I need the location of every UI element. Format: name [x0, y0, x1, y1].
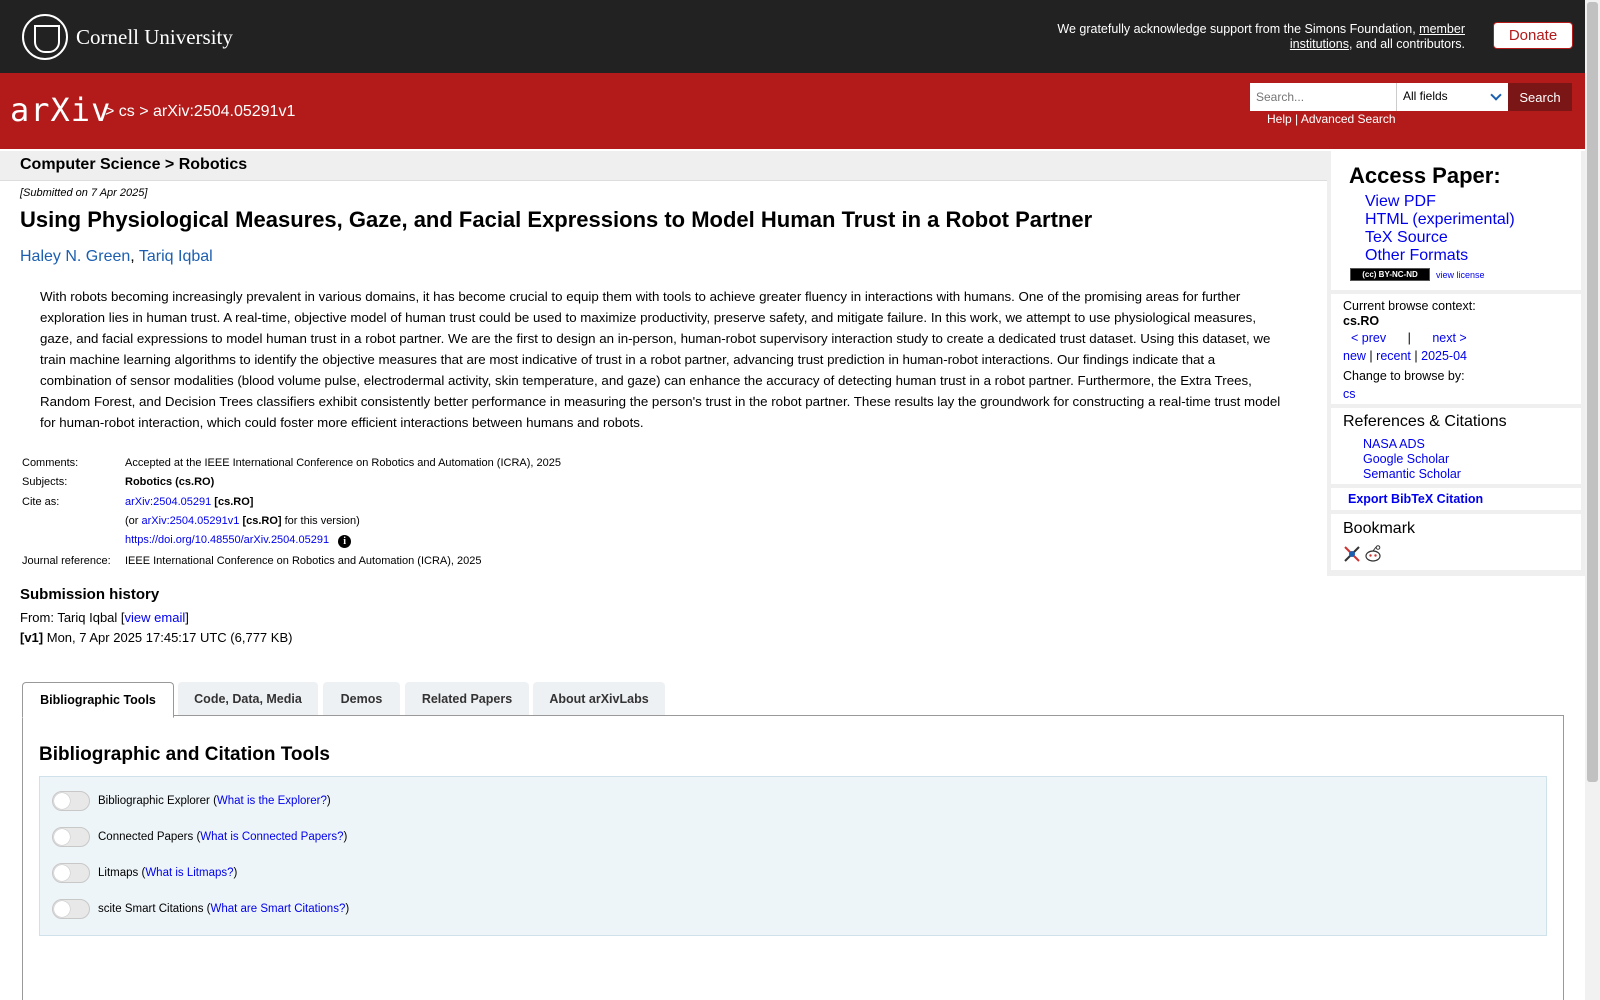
recent-link[interactable]: recent	[1376, 349, 1411, 363]
view-license-link[interactable]: view license	[1436, 270, 1485, 280]
tool-info-link[interactable]: What is Connected Papers?	[200, 831, 343, 843]
new-link[interactable]: new	[1343, 349, 1366, 363]
cite-link[interactable]: arXiv:2504.05291	[125, 496, 211, 508]
tool-litmaps: Litmaps (What is Litmaps?)	[52, 863, 237, 883]
next-link[interactable]: next >	[1432, 331, 1466, 345]
browse-cs-link[interactable]: cs	[1343, 387, 1356, 401]
bookmark-box: Bookmark	[1331, 514, 1581, 570]
category-bar: Computer Science > Robotics	[0, 151, 1328, 181]
info-icon[interactable]: i	[338, 535, 352, 548]
submission-history-title: Submission history	[20, 586, 160, 603]
tab-bibliographic-tools[interactable]: Bibliographic Tools	[22, 682, 174, 718]
search-input[interactable]	[1250, 83, 1396, 111]
scrollbar-thumb[interactable]	[1587, 2, 1598, 782]
help-link[interactable]: Help	[1267, 112, 1292, 126]
references-box: References & Citations NASA ADS Google S…	[1331, 408, 1581, 484]
author-link[interactable]: Haley N. Green	[20, 248, 130, 265]
tab-related-papers[interactable]: Related Papers	[405, 682, 529, 716]
month-link[interactable]: 2025-04	[1421, 349, 1467, 363]
arxiv-header: arXiv > cs > arXiv:2504.05291v1 All fiel…	[0, 73, 1585, 149]
author-link[interactable]: Tariq Iqbal	[139, 248, 213, 265]
search-field-select[interactable]: All fields	[1396, 83, 1508, 111]
references-title: References & Citations	[1343, 413, 1507, 430]
tab-demos[interactable]: Demos	[323, 682, 400, 716]
tab-panel: Bibliographic and Citation Tools Bibliog…	[22, 715, 1564, 1000]
export-bibtex-link[interactable]: Export BibTeX Citation	[1348, 492, 1483, 506]
browse-context-value: cs.RO	[1343, 314, 1380, 328]
support-text: We gratefully acknowledge support from t…	[1057, 22, 1465, 51]
tab-code-data-media[interactable]: Code, Data, Media	[178, 682, 318, 716]
version-link[interactable]: arXiv:2504.05291v1	[142, 515, 240, 527]
help-links: Help | Advanced Search	[1267, 112, 1396, 126]
license: (cc) BY-NC-ND view license	[1350, 268, 1485, 281]
chevron-down-icon	[1490, 89, 1502, 101]
institution-name: Cornell University	[76, 24, 233, 49]
bibsonomy-icon[interactable]	[1343, 545, 1361, 563]
top-bar: Cornell University We gratefully acknowl…	[0, 0, 1585, 73]
version-history: [v1] Mon, 7 Apr 2025 17:45:17 UTC (6,777…	[20, 630, 293, 645]
semantic-scholar-link[interactable]: Semantic Scholar	[1363, 467, 1461, 482]
export-box: Export BibTeX Citation	[1331, 488, 1581, 510]
tool-info-link[interactable]: What is the Explorer?	[217, 795, 327, 807]
reddit-icon[interactable]	[1363, 544, 1383, 564]
advanced-search-link[interactable]: Advanced Search	[1301, 112, 1396, 126]
other-formats-link[interactable]: Other Formats	[1365, 247, 1515, 265]
arxiv-logo[interactable]: arXiv	[10, 91, 111, 129]
donate-button[interactable]: Donate	[1493, 22, 1573, 49]
html-link[interactable]: HTML (experimental)	[1365, 211, 1515, 229]
toggle-switch[interactable]	[52, 827, 90, 847]
breadcrumb[interactable]: > cs > arXiv:2504.05291v1	[105, 103, 295, 121]
category-heading: Computer Science > Robotics	[20, 156, 248, 173]
tool-info-link[interactable]: What are Smart Citations?	[210, 903, 345, 915]
view-pdf-link[interactable]: View PDF	[1365, 193, 1515, 211]
doi-link[interactable]: https://doi.org/10.48550/arXiv.2504.0529…	[125, 534, 329, 546]
cornell-logo[interactable]: Cornell University	[22, 14, 233, 60]
nasa-ads-link[interactable]: NASA ADS	[1363, 437, 1461, 452]
toggle-switch[interactable]	[52, 791, 90, 811]
tex-source-link[interactable]: TeX Source	[1365, 229, 1515, 247]
bookmark-title: Bookmark	[1343, 520, 1416, 537]
toggle-switch[interactable]	[52, 899, 90, 919]
tool-scite: scite Smart Citations (What are Smart Ci…	[52, 899, 349, 919]
cornell-seal-icon	[22, 14, 68, 60]
google-scholar-link[interactable]: Google Scholar	[1363, 452, 1461, 467]
abstract: With robots becoming increasingly preval…	[40, 289, 1281, 430]
tool-connected-papers: Connected Papers (What is Connected Pape…	[52, 827, 347, 847]
page-scrollbar[interactable]	[1585, 0, 1600, 1000]
authors: Haley N. Green, Tariq Iqbal	[20, 248, 213, 265]
cc-license-icon[interactable]: (cc) BY-NC-ND	[1350, 268, 1430, 281]
tab-about-arxivlabs[interactable]: About arXivLabs	[533, 682, 665, 716]
toggle-switch[interactable]	[52, 863, 90, 883]
access-paper-title: Access Paper:	[1349, 163, 1501, 188]
panel-title: Bibliographic and Citation Tools	[39, 744, 330, 765]
submitter: From: Tariq Iqbal [view email]	[20, 610, 189, 625]
access-paper-box: Access Paper: View PDF HTML (experimenta…	[1331, 151, 1581, 290]
browse-context-box: Current browse context: cs.RO < prev | n…	[1331, 294, 1581, 404]
sidebar: Access Paper: View PDF HTML (experimenta…	[1327, 151, 1585, 576]
prev-link[interactable]: < prev	[1351, 331, 1386, 345]
tool-info-link[interactable]: What is Litmaps?	[145, 867, 233, 879]
search-button[interactable]: Search	[1508, 83, 1572, 111]
access-links: View PDF HTML (experimental) TeX Source …	[1365, 193, 1515, 265]
submitted-date: [Submitted on 7 Apr 2025]	[20, 187, 148, 199]
tool-list: Bibliographic Explorer (What is the Expl…	[39, 776, 1547, 936]
paper-title: Using Physiological Measures, Gaze, and …	[20, 207, 1093, 232]
tool-bibliographic-explorer: Bibliographic Explorer (What is the Expl…	[52, 791, 331, 811]
view-email-link[interactable]: view email	[125, 610, 186, 625]
